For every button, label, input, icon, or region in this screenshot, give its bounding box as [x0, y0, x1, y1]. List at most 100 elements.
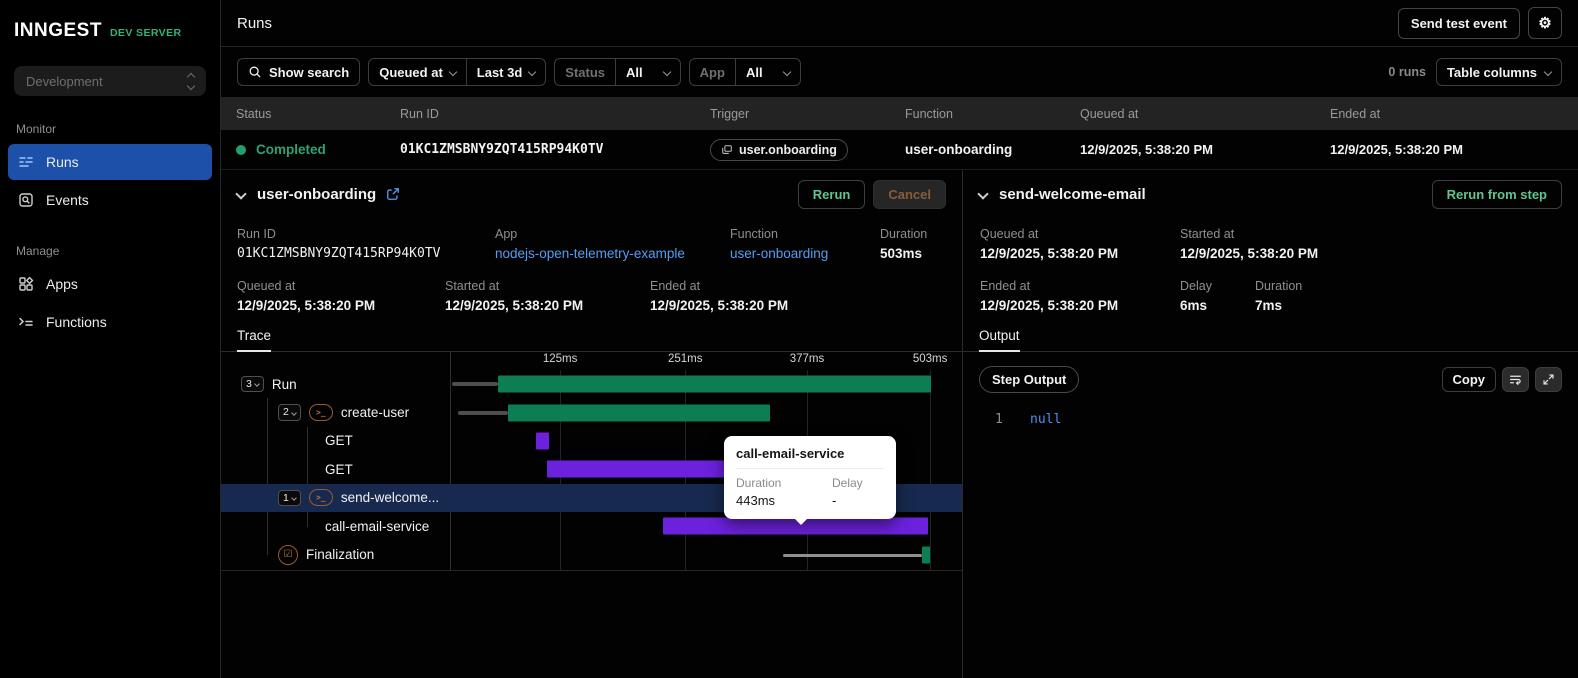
functions-icon — [19, 317, 33, 326]
external-link-icon[interactable] — [386, 187, 400, 201]
axis-tick: 503ms — [912, 353, 948, 365]
chevron-down-icon — [662, 67, 671, 77]
run-details-panel: user-onboarding Rerun Cancel Run ID 01KC1… — [221, 170, 963, 678]
logo-row: INNGEST DEV SERVER — [0, 0, 220, 42]
collapse-count-toggle[interactable]: 3 — [241, 375, 264, 393]
trace-row-label: GET — [325, 461, 353, 477]
trace-row-finalization[interactable]: ☑ Finalization — [221, 540, 962, 568]
sidebar-section-monitor: Monitor — [16, 122, 57, 136]
environment-select-value: Development — [26, 73, 103, 89]
sidebar-item-runs[interactable]: Runs — [8, 144, 212, 180]
expand-button[interactable] — [1535, 366, 1562, 392]
table-columns-dropdown[interactable]: Table columns — [1435, 58, 1562, 86]
ended-at-value: 12/9/2025, 5:38:20 PM — [650, 298, 789, 313]
column-header-run-id: Run ID — [400, 106, 439, 121]
started-at-label: Started at — [1180, 227, 1235, 241]
duration-label: Duration — [880, 227, 928, 241]
span-tooltip: call-email-service Duration Delay 443ms … — [724, 436, 896, 525]
app-filter-dropdown[interactable]: All — [734, 59, 800, 85]
started-at-label: Started at — [445, 279, 500, 293]
trace-row-label: send-welcome... — [340, 490, 440, 506]
sidebar-item-label: Events — [46, 192, 89, 208]
environment-select[interactable]: Development — [14, 66, 206, 96]
queued-at-value: 12/9/2025, 5:38:20 PM — [237, 298, 376, 313]
sidebar-item-apps[interactable]: Apps — [8, 266, 212, 302]
ended-at-value: 12/9/2025, 5:38:20 PM — [980, 298, 1119, 313]
ended-at-label: Ended at — [980, 279, 1031, 293]
app-link[interactable]: nodejs-open-telemetry-example — [495, 246, 730, 261]
run-id: 01KC1ZMSBNY9ZQT415RP94K0TV — [237, 246, 441, 261]
delay-label: Delay — [1180, 279, 1212, 293]
queued-at-dropdown[interactable]: Queued at — [369, 59, 466, 85]
status-filter-dropdown[interactable]: All — [615, 59, 680, 85]
trigger-badge[interactable]: user.onboarding — [710, 138, 848, 161]
collapse-count-toggle[interactable]: 2 — [278, 404, 301, 421]
duration-value: 503ms — [880, 246, 923, 261]
sidebar-item-events[interactable]: Events — [8, 182, 212, 218]
run-title: user-onboarding — [257, 185, 377, 203]
trace-row-label: Finalization — [306, 547, 375, 563]
details-split: user-onboarding Rerun Cancel Run ID 01KC1… — [221, 170, 1578, 678]
span-bar[interactable] — [508, 404, 771, 422]
queued-at-label: Queued at — [980, 227, 1039, 241]
span-bar[interactable] — [498, 375, 931, 393]
tooltip-delay-value: - — [832, 493, 837, 508]
rerun-button[interactable]: Rerun — [797, 179, 866, 209]
queue-segment — [457, 410, 509, 415]
tab-trace[interactable]: Trace — [237, 328, 272, 352]
sidebar-item-label: Apps — [46, 276, 78, 292]
axis-tick: 251ms — [667, 353, 703, 365]
function-label: Function — [730, 227, 778, 241]
duration-value: 7ms — [1255, 298, 1283, 313]
table-row[interactable]: Completed 01KC1ZMSBNY9ZQT415RP94K0TV use… — [221, 130, 1578, 170]
app: INNGEST DEV SERVER Development Monitor R… — [0, 0, 1578, 678]
code-value: null — [1030, 412, 1062, 427]
chevron-down-icon — [782, 67, 791, 77]
trace-row-create-user[interactable]: 2 >_ create-user — [221, 398, 962, 426]
gear-icon: ⚙ — [1538, 15, 1552, 32]
step-run-icon: >_ — [308, 489, 333, 507]
copy-button[interactable]: Copy — [1441, 366, 1496, 392]
trace-row-run[interactable]: 3 Run — [221, 370, 962, 398]
collapse-chevron-icon[interactable] — [235, 188, 247, 200]
rerun-from-step-button[interactable]: Rerun from step — [1431, 179, 1562, 209]
span-bar[interactable] — [535, 432, 549, 450]
cancel-button[interactable]: Cancel — [873, 179, 946, 209]
dev-server-badge: DEV SERVER — [109, 27, 182, 39]
page-title: Runs — [237, 14, 273, 32]
status-dot — [236, 145, 246, 155]
app-label: App — [495, 227, 518, 241]
ended-at-label: Ended at — [650, 279, 701, 293]
collapse-chevron-icon[interactable] — [977, 188, 989, 200]
word-wrap-button[interactable] — [1502, 366, 1529, 392]
function-link[interactable]: user-onboarding — [730, 246, 880, 261]
function-value: user-onboarding — [905, 142, 1013, 157]
collapse-count-toggle[interactable]: 1 — [278, 489, 301, 506]
chevron-down-icon — [1543, 67, 1553, 77]
span-bar[interactable] — [921, 546, 931, 564]
sidebar-item-functions[interactable]: Functions — [8, 304, 212, 340]
queued-at-value: 12/9/2025, 5:38:20 PM — [1080, 142, 1213, 157]
filter-bar: Show search Queued at Last 3d Status All… — [221, 47, 1578, 97]
table-header: Status Run ID Trigger Function Queued at… — [221, 97, 1578, 130]
queue-segment — [451, 382, 498, 387]
started-at-value: 12/9/2025, 5:38:20 PM — [445, 298, 584, 313]
tab-output[interactable]: Output — [979, 328, 1020, 352]
runs-count: 0 runs — [1388, 65, 1426, 79]
app-filter-group: App All — [688, 58, 801, 86]
tooltip-duration-label: Duration — [736, 476, 782, 490]
settings-button[interactable]: ⚙ — [1528, 7, 1562, 39]
time-range-dropdown[interactable]: Last 3d — [465, 59, 546, 85]
search-icon — [249, 66, 261, 78]
send-test-event-button[interactable]: Send test event — [1397, 7, 1520, 39]
axis-tick: 125ms — [542, 353, 578, 365]
topbar: Runs Send test event ⚙ — [221, 0, 1578, 47]
span-bar[interactable] — [547, 460, 741, 478]
app-filter-label: App — [699, 64, 725, 80]
word-wrap-icon — [1510, 375, 1521, 385]
step-run-icon: >_ — [308, 404, 333, 422]
column-header-queued-at: Queued at — [1080, 106, 1139, 121]
line-number: 1 — [995, 412, 1003, 427]
axis-tick: 377ms — [789, 353, 825, 365]
show-search-button[interactable]: Show search — [237, 58, 361, 86]
